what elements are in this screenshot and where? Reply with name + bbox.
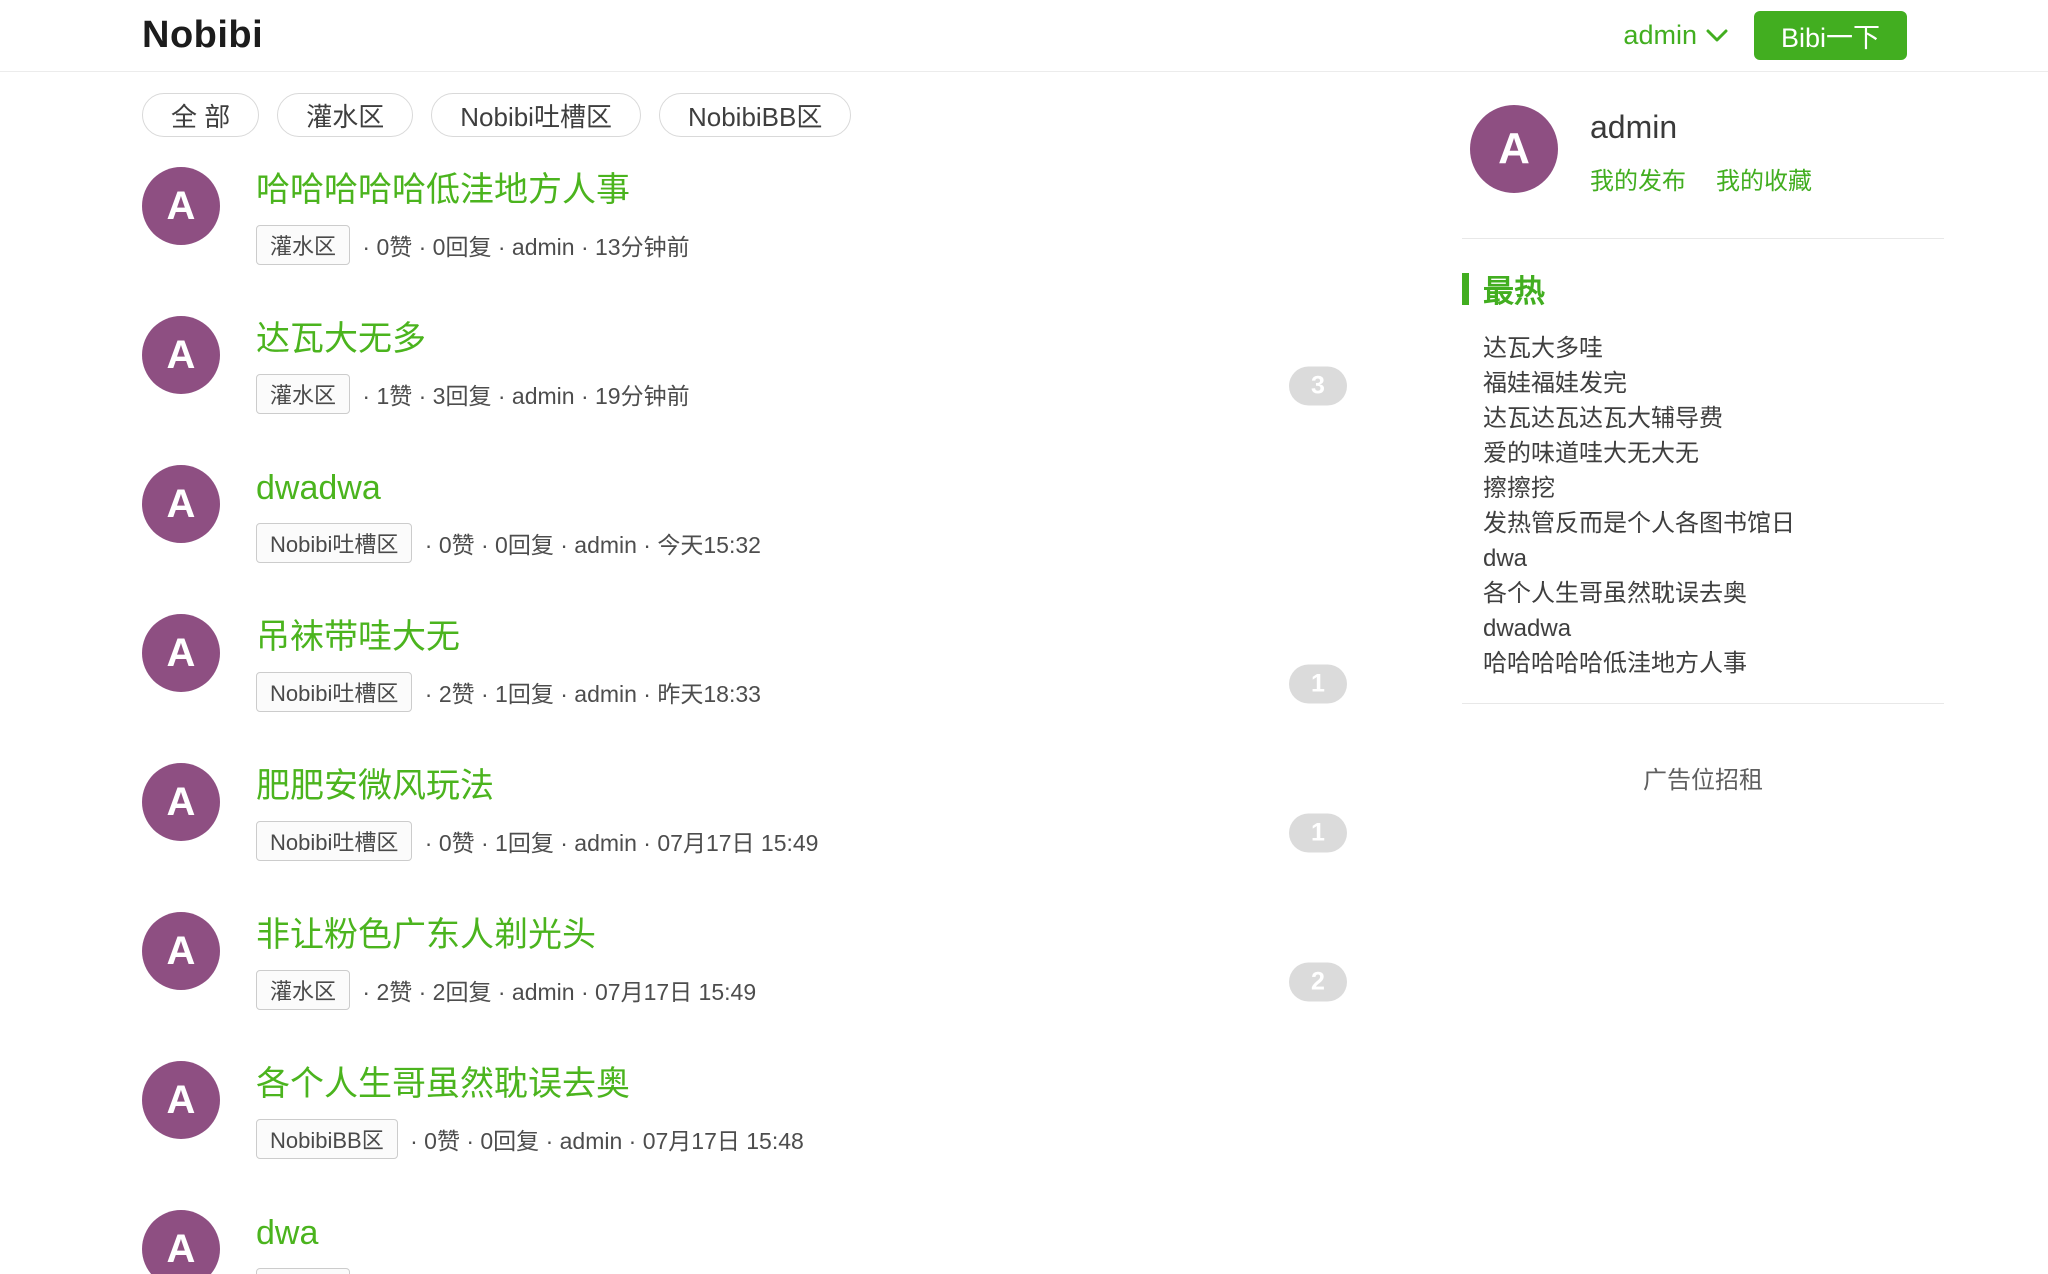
hot-list-item[interactable]: dwa (1483, 541, 1944, 576)
category-badge[interactable]: NobibiBB区 (256, 1119, 398, 1159)
post-title[interactable]: 吊袜带哇大无 (256, 615, 761, 659)
category-filters: 全 部 灌水区 Nobibi吐槽区 NobibiBB区 (142, 93, 851, 137)
post-body: 非让粉色广东人剃光头 灌水区 · 2赞 · 2回复 · admin · 07月1… (256, 907, 756, 1010)
avatar[interactable]: A (142, 614, 220, 692)
sidebar-divider (1462, 703, 1944, 704)
post-title[interactable]: dwadwa (256, 466, 761, 510)
hot-list-item[interactable]: 擦擦挖 (1483, 471, 1944, 506)
post-body: 各个人生哥虽然耽误去奥 NobibiBB区 · 0赞 · 0回复 · admin… (256, 1056, 804, 1159)
hot-list: 达瓦大多哇 福娃福娃发完 达瓦达瓦达瓦大辅导费 爱的味道哇大无大无 擦擦挖 发热… (1462, 331, 1944, 681)
post-meta-text: · 2赞 · 2回复 · admin · 07月17日 15:49 (356, 973, 756, 1007)
hot-list-item[interactable]: 发热管反而是个人各图书馆日 (1483, 506, 1944, 541)
post-body: 肥肥安微风玩法 Nobibi吐槽区 · 0赞 · 1回复 · admin · 0… (256, 758, 818, 861)
ad-placeholder: 广告位招租 (1462, 760, 1944, 795)
post-row: A 各个人生哥虽然耽误去奥 NobibiBB区 · 0赞 · 0回复 · adm… (142, 1056, 1362, 1205)
post-meta: 灌水区 · 0赞 · 0回复 · admin · 13分钟前 (256, 225, 690, 265)
post-list: A 哈哈哈哈哈低洼地方人事 灌水区 · 0赞 · 0回复 · admin · 1… (142, 162, 1362, 1274)
new-post-button[interactable]: Bibi一下 (1754, 11, 1907, 60)
post-meta-text: · 0赞 · 1回复 · admin · 07月17日 15:49 (418, 824, 818, 858)
filter-pill[interactable]: 全 部 (142, 93, 259, 137)
hot-list-item[interactable]: 达瓦达瓦达瓦大辅导费 (1483, 401, 1944, 436)
sidebar: A admin 我的发布 我的收藏 最热 达瓦大多哇 福娃福娃发完 达瓦达瓦达瓦… (1462, 105, 1944, 795)
post-body: 吊袜带哇大无 Nobibi吐槽区 · 2赞 · 1回复 · admin · 昨天… (256, 609, 761, 712)
reply-count-badge: 1 (1289, 664, 1347, 703)
post-title[interactable]: 哈哈哈哈哈低洼地方人事 (256, 168, 690, 212)
hot-accent-bar (1462, 273, 1469, 305)
header-actions: admin Bibi一下 (1623, 11, 1907, 60)
post-body: 达瓦大无多 灌水区 · 1赞 · 3回复 · admin · 19分钟前 (256, 311, 690, 414)
my-posts-link[interactable]: 我的发布 (1590, 161, 1686, 196)
profile-name: admin (1590, 109, 1812, 146)
filter-pill[interactable]: 灌水区 (277, 93, 413, 137)
profile-info: admin 我的发布 我的收藏 (1590, 105, 1812, 196)
my-favorites-link[interactable]: 我的收藏 (1716, 161, 1812, 196)
post-title[interactable]: 肥肥安微风玩法 (256, 764, 818, 808)
post-row: A 达瓦大无多 灌水区 · 1赞 · 3回复 · admin · 19分钟前 3 (142, 311, 1362, 460)
avatar[interactable]: A (142, 912, 220, 990)
hot-list-item[interactable]: 哈哈哈哈哈低洼地方人事 (1483, 646, 1944, 681)
post-row: A 吊袜带哇大无 Nobibi吐槽区 · 2赞 · 1回复 · admin · … (142, 609, 1362, 758)
post-meta: Nobibi吐槽区 · 0赞 · 1回复 · admin · 07月17日 15… (256, 821, 818, 861)
post-body: 哈哈哈哈哈低洼地方人事 灌水区 · 0赞 · 0回复 · admin · 13分… (256, 162, 690, 265)
hot-list-item[interactable]: 爱的味道哇大无大无 (1483, 436, 1944, 471)
hot-list-item[interactable]: dwadwa (1483, 611, 1944, 646)
post-meta-text: · 0赞 · 0回复 · admin · 今天15:32 (418, 526, 761, 560)
user-menu[interactable]: admin (1623, 20, 1728, 51)
category-badge[interactable]: Nobibi吐槽区 (256, 821, 412, 861)
hot-list-item[interactable]: 各个人生哥虽然耽误去奥 (1483, 576, 1944, 611)
site-logo[interactable]: Nobibi (142, 14, 263, 57)
post-meta-text: · 0赞 · 0回复 · admin · 13分钟前 (356, 228, 690, 262)
profile-avatar[interactable]: A (1470, 105, 1558, 193)
post-meta-text: · 2赞 · 1回复 · admin · 昨天18:33 (418, 675, 761, 709)
category-badge[interactable]: 灌水区 (256, 970, 350, 1010)
header: Nobibi admin Bibi一下 (0, 0, 2048, 72)
profile-card: A admin 我的发布 我的收藏 (1462, 105, 1944, 196)
post-row: A dwa 灌水区 · 0赞 · 0回复 · admin · 07月17日 15… (142, 1205, 1362, 1274)
reply-count-badge: 3 (1289, 366, 1347, 405)
post-row: A 肥肥安微风玩法 Nobibi吐槽区 · 0赞 · 1回复 · admin ·… (142, 758, 1362, 907)
avatar[interactable]: A (142, 1210, 220, 1274)
post-meta: 灌水区 · 2赞 · 2回复 · admin · 07月17日 15:49 (256, 970, 756, 1010)
post-title[interactable]: 非让粉色广东人剃光头 (256, 913, 756, 957)
avatar[interactable]: A (142, 1061, 220, 1139)
hot-section-header: 最热 (1462, 266, 1944, 311)
hot-section-title: 最热 (1483, 266, 1545, 311)
category-badge[interactable]: Nobibi吐槽区 (256, 672, 412, 712)
post-meta: 灌水区 · 0赞 · 0回复 · admin · 07月17日 15:48 (256, 1268, 756, 1274)
filter-pill[interactable]: NobibiBB区 (659, 93, 851, 137)
avatar[interactable]: A (142, 167, 220, 245)
chevron-down-icon (1706, 29, 1728, 43)
post-body: dwa 灌水区 · 0赞 · 0回复 · admin · 07月17日 15:4… (256, 1205, 756, 1274)
post-title[interactable]: 达瓦大无多 (256, 317, 690, 361)
user-menu-label: admin (1623, 20, 1697, 51)
category-badge[interactable]: 灌水区 (256, 225, 350, 265)
post-meta: 灌水区 · 1赞 · 3回复 · admin · 19分钟前 (256, 374, 690, 414)
sidebar-divider (1462, 238, 1944, 239)
profile-links: 我的发布 我的收藏 (1590, 161, 1812, 196)
post-row: A 非让粉色广东人剃光头 灌水区 · 2赞 · 2回复 · admin · 07… (142, 907, 1362, 1056)
avatar[interactable]: A (142, 465, 220, 543)
post-meta-text: · 1赞 · 3回复 · admin · 19分钟前 (356, 377, 690, 411)
category-badge[interactable]: Nobibi吐槽区 (256, 523, 412, 563)
post-row: A 哈哈哈哈哈低洼地方人事 灌水区 · 0赞 · 0回复 · admin · 1… (142, 162, 1362, 311)
avatar[interactable]: A (142, 316, 220, 394)
avatar[interactable]: A (142, 763, 220, 841)
post-title[interactable]: 各个人生哥虽然耽误去奥 (256, 1062, 804, 1106)
hot-list-item[interactable]: 达瓦大多哇 (1483, 331, 1944, 366)
category-badge[interactable]: 灌水区 (256, 374, 350, 414)
post-body: dwadwa Nobibi吐槽区 · 0赞 · 0回复 · admin · 今天… (256, 460, 761, 563)
reply-count-badge: 2 (1289, 962, 1347, 1001)
reply-count-badge: 1 (1289, 813, 1347, 852)
post-meta: NobibiBB区 · 0赞 · 0回复 · admin · 07月17日 15… (256, 1119, 804, 1159)
page: Nobibi admin Bibi一下 全 部 灌水区 Nobibi吐槽区 No… (0, 0, 2048, 1274)
post-meta: Nobibi吐槽区 · 0赞 · 0回复 · admin · 今天15:32 (256, 523, 761, 563)
post-row: A dwadwa Nobibi吐槽区 · 0赞 · 0回复 · admin · … (142, 460, 1362, 609)
hot-list-item[interactable]: 福娃福娃发完 (1483, 366, 1944, 401)
post-title[interactable]: dwa (256, 1211, 756, 1255)
post-meta-text: · 0赞 · 0回复 · admin · 07月17日 15:48 (404, 1122, 804, 1156)
post-meta: Nobibi吐槽区 · 2赞 · 1回复 · admin · 昨天18:33 (256, 672, 761, 712)
filter-pill[interactable]: Nobibi吐槽区 (431, 93, 641, 137)
category-badge[interactable]: 灌水区 (256, 1268, 350, 1274)
